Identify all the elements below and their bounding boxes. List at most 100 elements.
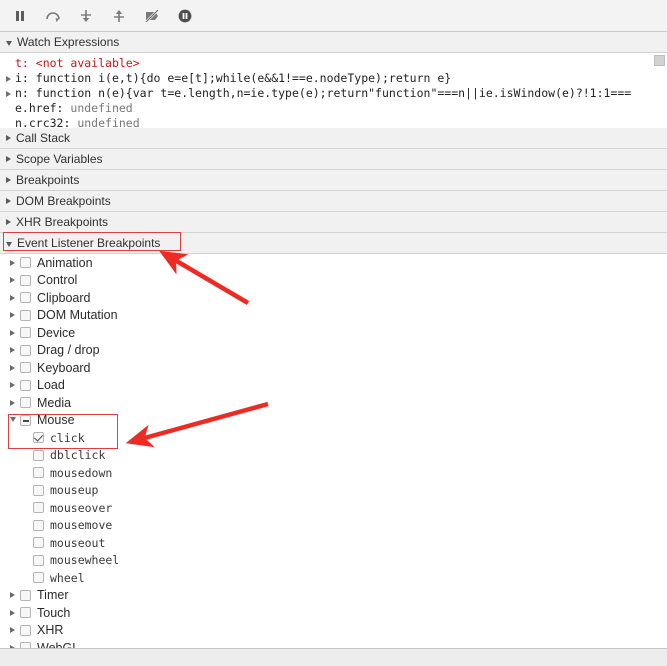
event-tree-row-xhr[interactable]: XHR: [0, 622, 667, 640]
watch-row[interactable]: n: function n(e){var t=e.length,n=ie.typ…: [0, 86, 667, 101]
pause-resume-script-execution-button[interactable]: [6, 4, 34, 28]
event-tree-row-animation[interactable]: Animation: [0, 254, 667, 272]
checkbox-media[interactable]: [20, 397, 31, 408]
chevron-down-icon[interactable]: [10, 417, 16, 425]
event-tree-row-mouseup[interactable]: mouseup: [0, 482, 667, 500]
chevron-right-icon: [6, 135, 11, 141]
chevron-right-icon[interactable]: [10, 312, 15, 318]
event-tree-label: Animation: [37, 256, 93, 270]
event-tree-row-touch[interactable]: Touch: [0, 604, 667, 622]
sidebar-item-xhr-breakpoints[interactable]: XHR Breakpoints: [0, 212, 667, 233]
event-tree-row-mousemove[interactable]: mousemove: [0, 517, 667, 535]
sidebar-item-breakpoints[interactable]: Breakpoints: [0, 170, 667, 191]
checkbox-control[interactable]: [20, 275, 31, 286]
chevron-right-icon[interactable]: [10, 295, 15, 301]
chevron-right-icon[interactable]: [10, 277, 15, 283]
pause-on-exceptions-button[interactable]: [171, 4, 199, 28]
deactivate-breakpoints-icon: [143, 8, 161, 24]
chevron-right-icon: [6, 177, 11, 183]
event-tree-row-media[interactable]: Media: [0, 394, 667, 412]
checkbox-mousedown[interactable]: [33, 467, 44, 478]
checkbox-dblclick[interactable]: [33, 450, 44, 461]
sidebar-item-call-stack[interactable]: Call Stack: [0, 128, 667, 149]
checkbox-drag-drop[interactable]: [20, 345, 31, 356]
sidebar-item-dom-breakpoints[interactable]: DOM Breakpoints: [0, 191, 667, 212]
event-tree-label: Mouse: [37, 413, 75, 427]
checkbox-keyboard[interactable]: [20, 362, 31, 373]
chevron-right-icon[interactable]: [10, 610, 15, 616]
sidebar-item-event-listener-breakpoints[interactable]: Event Listener Breakpoints: [0, 233, 667, 254]
chevron-right-icon[interactable]: [10, 330, 15, 336]
expander-icon: [6, 61, 11, 67]
event-tree-row-clipboard[interactable]: Clipboard: [0, 289, 667, 307]
step-out-of-current-function-button[interactable]: [105, 4, 133, 28]
expander-icon: [6, 121, 11, 127]
watch-scrollbar-thumb[interactable]: [654, 55, 665, 66]
watch-key: n:: [15, 86, 29, 101]
checkbox-wheel[interactable]: [33, 572, 44, 583]
chevron-down-icon: [6, 41, 12, 46]
sidebar-item-scope-variables[interactable]: Scope Variables: [0, 149, 667, 170]
checkbox-mouseover[interactable]: [33, 502, 44, 513]
step-over-next-function-call-button[interactable]: [39, 4, 67, 28]
event-tree-row-mouseout[interactable]: mouseout: [0, 534, 667, 552]
event-tree-row-device[interactable]: Device: [0, 324, 667, 342]
watch-row[interactable]: e.href: undefined: [0, 101, 667, 116]
chevron-right-icon[interactable]: [10, 365, 15, 371]
watch-value: <not available>: [36, 56, 140, 71]
watch-row[interactable]: t: <not available>: [0, 56, 667, 71]
pause-on-exceptions-icon: [177, 8, 193, 24]
chevron-right-icon: [6, 219, 11, 225]
checkbox-mousemove[interactable]: [33, 520, 44, 531]
event-tree-row-click[interactable]: click: [0, 429, 667, 447]
pause-icon: [12, 8, 28, 24]
checkbox-mouseup[interactable]: [33, 485, 44, 496]
checkbox-timer[interactable]: [20, 590, 31, 601]
checkbox-device[interactable]: [20, 327, 31, 338]
checkbox-mousewheel[interactable]: [33, 555, 44, 566]
checkbox-load[interactable]: [20, 380, 31, 391]
deactivate-breakpoints-button[interactable]: [138, 4, 166, 28]
step-into-icon: [78, 8, 94, 24]
checkbox-click[interactable]: [33, 432, 44, 443]
chevron-right-icon[interactable]: [10, 382, 15, 388]
checkbox-clipboard[interactable]: [20, 292, 31, 303]
event-tree-row-drag-drop[interactable]: Drag / drop: [0, 342, 667, 360]
checkbox-dom-mutation[interactable]: [20, 310, 31, 321]
event-tree-row-wheel[interactable]: wheel: [0, 569, 667, 587]
event-tree-row-mousewheel[interactable]: mousewheel: [0, 552, 667, 570]
event-tree-label: mouseout: [50, 536, 105, 550]
chevron-right-icon[interactable]: [10, 347, 15, 353]
watch-row[interactable]: n.crc32: undefined: [0, 116, 667, 128]
event-tree-row-timer[interactable]: Timer: [0, 587, 667, 605]
watch-row[interactable]: i: function i(e,t){do e=e[t];while(e&&1!…: [0, 71, 667, 86]
checkbox-animation[interactable]: [20, 257, 31, 268]
chevron-right-icon[interactable]: [10, 627, 15, 633]
event-tree-label: Timer: [37, 588, 68, 602]
event-tree-row-control[interactable]: Control: [0, 272, 667, 290]
chevron-right-icon[interactable]: [10, 592, 15, 598]
event-tree-row-load[interactable]: Load: [0, 377, 667, 395]
event-tree-label: Media: [37, 396, 71, 410]
checkbox-touch[interactable]: [20, 607, 31, 618]
watch-expressions-body: t: <not available> i: function i(e,t){do…: [0, 53, 667, 128]
step-into-next-function-call-button[interactable]: [72, 4, 100, 28]
chevron-right-icon: [6, 76, 11, 82]
event-tree-row-dblclick[interactable]: dblclick: [0, 447, 667, 465]
event-tree-row-mouseover[interactable]: mouseover: [0, 499, 667, 517]
event-tree-row-keyboard[interactable]: Keyboard: [0, 359, 667, 377]
section-title: DOM Breakpoints: [16, 191, 111, 212]
event-tree-label: Device: [37, 326, 75, 340]
checkbox-mouseout[interactable]: [33, 537, 44, 548]
event-tree-label: mousedown: [50, 466, 112, 480]
chevron-right-icon[interactable]: [10, 260, 15, 266]
checkbox-xhr[interactable]: [20, 625, 31, 636]
section-header-watch-expressions[interactable]: Watch Expressions: [0, 32, 667, 53]
event-tree-label: mouseup: [50, 483, 98, 497]
chevron-right-icon[interactable]: [10, 400, 15, 406]
event-tree-row-dom-mutation[interactable]: DOM Mutation: [0, 307, 667, 325]
event-tree-label: DOM Mutation: [37, 308, 118, 322]
event-tree-row-mousedown[interactable]: mousedown: [0, 464, 667, 482]
checkbox-mouse[interactable]: [20, 415, 31, 426]
event-tree-row-mouse[interactable]: Mouse: [0, 412, 667, 430]
